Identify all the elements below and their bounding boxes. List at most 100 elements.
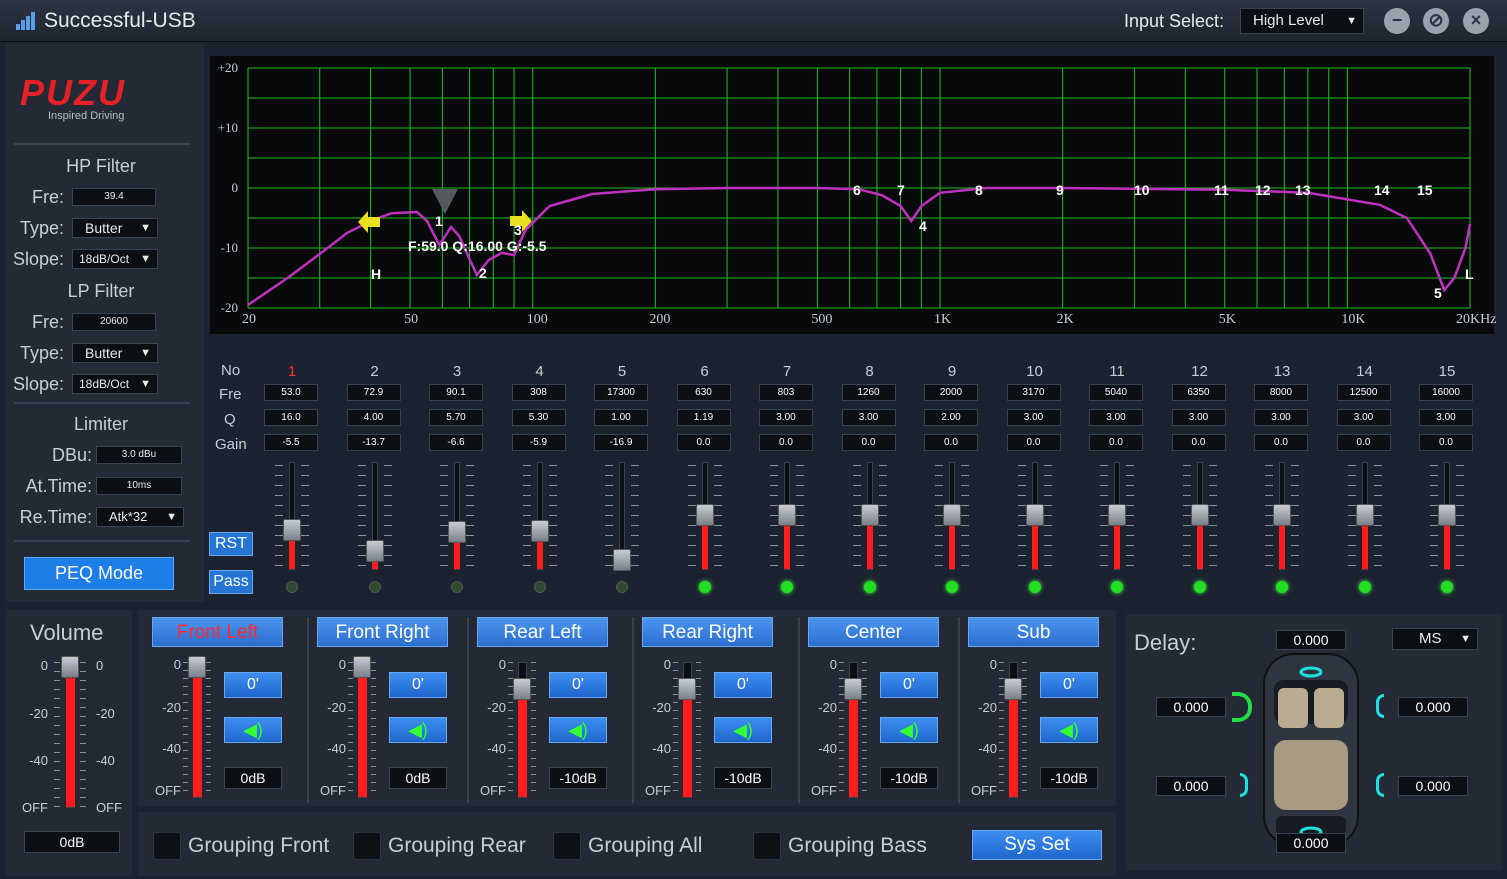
channel-mute-button[interactable]: ◀) — [549, 717, 607, 743]
band-q-field[interactable]: 5.30 — [511, 409, 566, 426]
delay-front-right-field[interactable]: 0.000 — [1398, 697, 1468, 717]
band-point-label[interactable]: 3 — [514, 222, 522, 238]
channel-phase-button[interactable]: 0' — [549, 672, 607, 698]
band-fader-knob[interactable] — [860, 504, 879, 526]
front-right-speaker-icon[interactable] — [1376, 694, 1384, 718]
band-gain-field[interactable]: 0.0 — [1171, 434, 1226, 451]
grouping-label[interactable]: Grouping Bass — [788, 834, 927, 858]
band-fader-knob[interactable] — [530, 519, 549, 542]
band-gain-field[interactable]: -5.5 — [264, 434, 318, 451]
delay-center-field[interactable]: 0.000 — [1276, 630, 1346, 650]
peq-mode-button[interactable]: PEQ Mode — [24, 557, 174, 590]
channel-mute-button[interactable]: ◀) — [389, 717, 447, 743]
hp-arrow-icon[interactable] — [358, 211, 380, 233]
band-frequency-field[interactable]: 53.0 — [264, 384, 318, 401]
channel-rear-left-button[interactable]: Rear Left — [477, 617, 608, 647]
band-frequency-field[interactable]: 6350 — [1171, 384, 1226, 401]
volume-value[interactable]: 0dB — [24, 831, 120, 853]
channel-front-left-button[interactable]: Front Left — [152, 617, 283, 647]
delay-rear-left-field[interactable]: 0.000 — [1156, 776, 1226, 796]
band-enable-indicator[interactable] — [286, 581, 298, 593]
band-fader-knob[interactable] — [1273, 504, 1291, 526]
lp-marker-label[interactable]: L — [1465, 266, 1474, 282]
band-q-field[interactable]: 3.00 — [1336, 409, 1391, 426]
band-point-label[interactable]: 1 — [435, 213, 443, 229]
channel-phase-button[interactable]: 0' — [389, 672, 447, 698]
band-frequency-field[interactable]: 72.9 — [346, 384, 401, 401]
band-frequency-field[interactable]: 16000 — [1419, 384, 1473, 401]
hp-type-dropdown[interactable]: Butter ▼ — [72, 218, 158, 238]
delay-sub-field[interactable]: 0.000 — [1276, 833, 1346, 853]
grouping-checkbox[interactable] — [553, 832, 581, 860]
delay-front-left-field[interactable]: 0.000 — [1156, 697, 1226, 717]
band-point-label[interactable]: 13 — [1295, 182, 1311, 198]
grouping-checkbox[interactable] — [153, 832, 181, 860]
lp-slope-dropdown[interactable]: 18dB/Oct ▼ — [72, 374, 158, 394]
band-gain-field[interactable]: -16.9 — [594, 434, 648, 451]
band-enable-indicator[interactable] — [1358, 581, 1371, 593]
band-q-field[interactable]: 16.0 — [264, 409, 318, 426]
grouping-checkbox[interactable] — [753, 832, 781, 860]
band-enable-indicator[interactable] — [1276, 581, 1288, 593]
band-fader-knob[interactable] — [613, 548, 631, 571]
band-enable-indicator[interactable] — [368, 581, 381, 593]
limiter-dbu-field[interactable]: 3.0 dBu — [96, 446, 182, 464]
band-gain-field[interactable]: 0.0 — [1006, 434, 1061, 451]
band-gain-field[interactable]: 0.0 — [1089, 434, 1143, 451]
sys-set-button[interactable]: Sys Set — [972, 830, 1102, 860]
band-gain-field[interactable]: -5.9 — [511, 434, 566, 451]
band-gain-field[interactable]: -6.6 — [429, 434, 483, 451]
band-fader-knob[interactable] — [695, 504, 714, 526]
hp-marker-label[interactable]: H — [371, 266, 381, 282]
band-point-label[interactable]: 5 — [1434, 285, 1442, 301]
band-q-field[interactable]: 5.70 — [429, 409, 483, 426]
channel-phase-button[interactable]: 0' — [714, 672, 772, 698]
grouping-label[interactable]: Grouping Rear — [388, 834, 526, 858]
band-fader-knob[interactable] — [778, 504, 796, 526]
band-fader-knob[interactable] — [943, 504, 961, 526]
band-frequency-field[interactable]: 803 — [759, 384, 813, 401]
input-select-dropdown[interactable]: High Level ▼ — [1240, 8, 1364, 34]
band-enable-indicator[interactable] — [698, 581, 711, 593]
channel-mute-button[interactable]: ◀) — [224, 717, 282, 743]
band-fader-knob[interactable] — [1025, 504, 1044, 526]
channel-phase-button[interactable]: 0' — [224, 672, 282, 698]
band-q-field[interactable]: 3.00 — [1419, 409, 1473, 426]
band-frequency-field[interactable]: 630 — [676, 384, 731, 401]
channel-center-button[interactable]: Center — [808, 617, 939, 647]
band-q-field[interactable]: 1.00 — [594, 409, 648, 426]
band-frequency-field[interactable]: 90.1 — [429, 384, 483, 401]
band-fader-track[interactable] — [289, 462, 295, 570]
band-gain-field[interactable]: 0.0 — [759, 434, 813, 451]
band-q-field[interactable]: 3.00 — [1006, 409, 1061, 426]
band-enable-indicator[interactable] — [781, 581, 793, 593]
band-point-label[interactable]: 7 — [897, 182, 905, 198]
band-gain-field[interactable]: -13.7 — [346, 434, 401, 451]
band-frequency-field[interactable]: 12500 — [1336, 384, 1391, 401]
band-fader-track[interactable] — [454, 462, 460, 570]
band-q-field[interactable]: 3.00 — [1089, 409, 1143, 426]
band-marker-icon[interactable] — [432, 189, 458, 214]
close-button[interactable]: × — [1463, 8, 1489, 34]
channel-mute-button[interactable]: ◀) — [1040, 717, 1098, 743]
reset-button[interactable]: RST — [209, 532, 253, 556]
band-enable-indicator[interactable] — [1111, 581, 1123, 593]
band-point-label[interactable]: 10 — [1134, 182, 1150, 198]
band-fader-knob[interactable] — [365, 540, 384, 563]
band-point-label[interactable]: 14 — [1374, 182, 1390, 198]
delay-rear-right-field[interactable]: 0.000 — [1398, 776, 1468, 796]
band-q-field[interactable]: 2.00 — [924, 409, 978, 426]
band-gain-field[interactable]: 0.0 — [841, 434, 896, 451]
channel-rear-right-button[interactable]: Rear Right — [642, 617, 773, 647]
band-gain-field[interactable]: 0.0 — [676, 434, 731, 451]
band-frequency-field[interactable]: 3170 — [1006, 384, 1061, 401]
band-point-label[interactable]: 2 — [479, 265, 487, 281]
band-q-field[interactable]: 1.19 — [676, 409, 731, 426]
channel-phase-button[interactable]: 0' — [1040, 672, 1098, 698]
band-q-field[interactable]: 3.00 — [1171, 409, 1226, 426]
hp-slope-dropdown[interactable]: 18dB/Oct ▼ — [72, 249, 158, 269]
band-frequency-field[interactable]: 17300 — [594, 384, 648, 401]
band-point-label[interactable]: 8 — [975, 182, 983, 198]
grouping-label[interactable]: Grouping Front — [188, 834, 329, 858]
maximize-button[interactable]: ⊘ — [1423, 8, 1449, 34]
